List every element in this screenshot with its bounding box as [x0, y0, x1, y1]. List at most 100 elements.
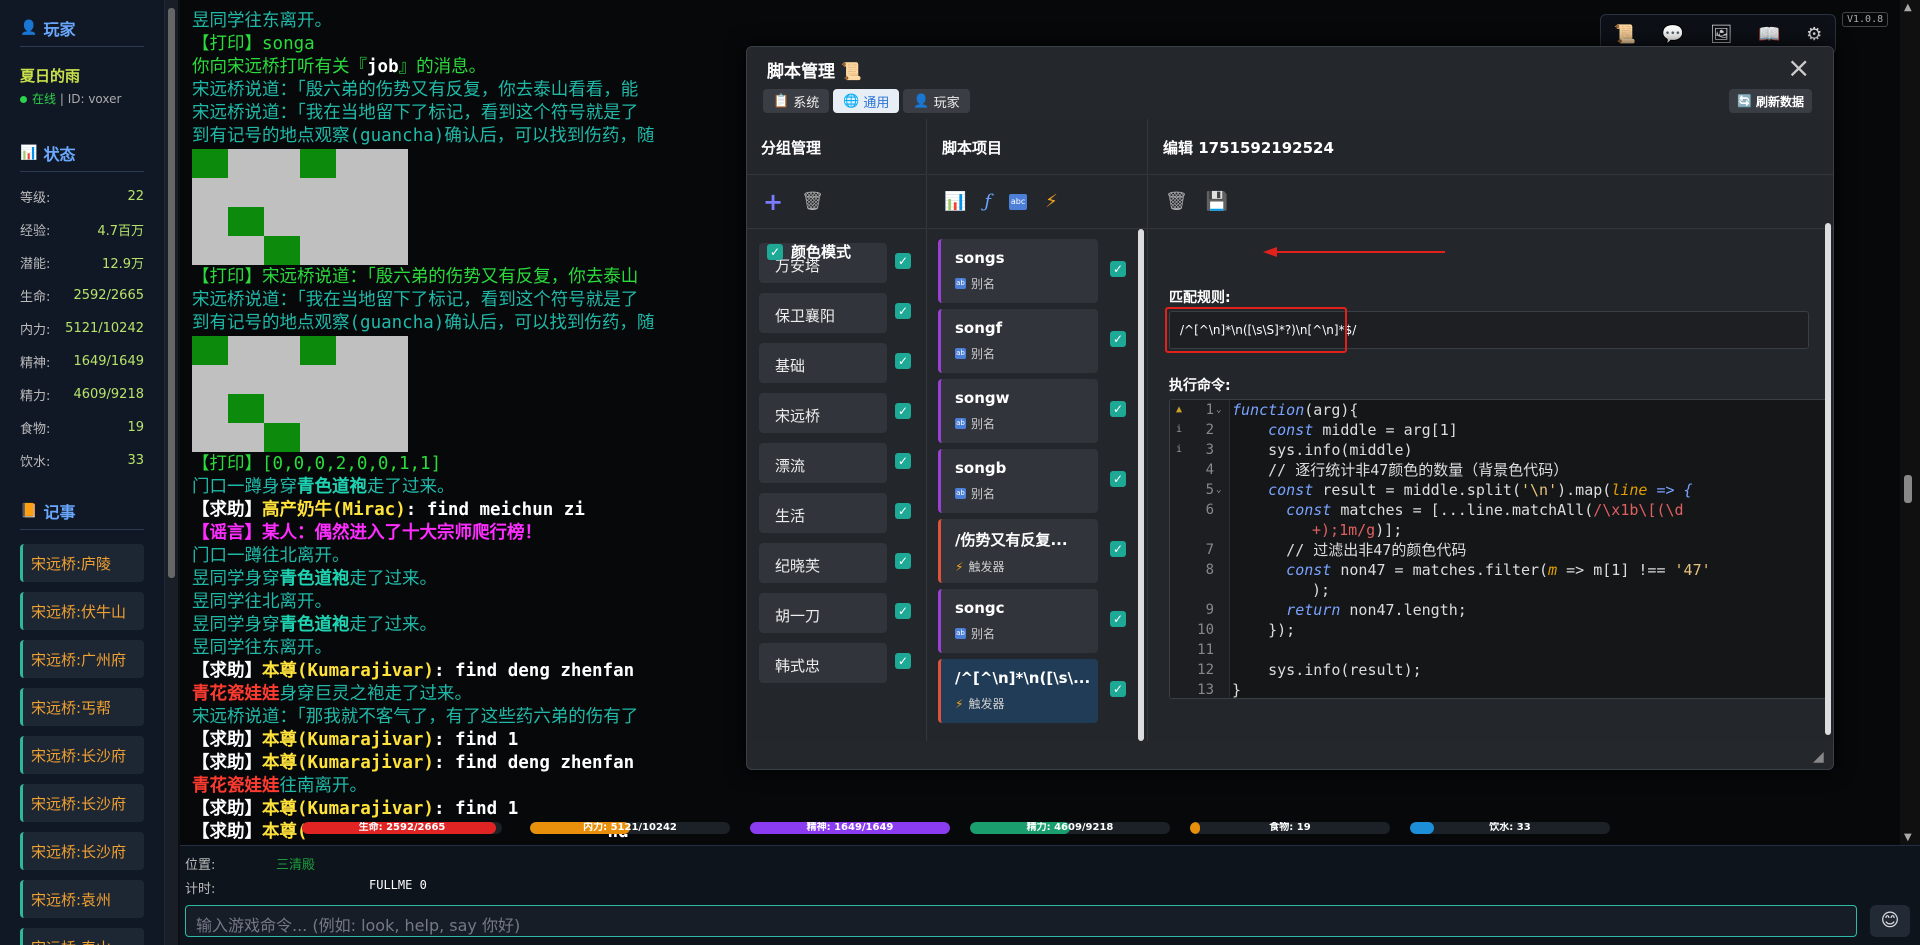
chat-icon[interactable]: 💬	[1662, 24, 1684, 45]
fold-icon[interactable]: ⌄	[1216, 400, 1221, 420]
group-item[interactable]: 宋远桥	[759, 393, 887, 433]
output-scrollbar[interactable]: ▲ ▼	[1900, 0, 1920, 845]
lightning-icon: ⚡	[955, 559, 964, 574]
location-value: 三清殿	[276, 858, 316, 873]
record-item[interactable]: 宋远桥:丐帮	[20, 688, 144, 726]
highlight-box	[1165, 307, 1347, 353]
timer-value: FULLME 0	[369, 878, 427, 892]
color-mode-checkbox[interactable]: ✓	[767, 243, 783, 260]
record-item[interactable]: 宋远桥:广州府	[20, 640, 144, 678]
group-item[interactable]: 漂流	[759, 443, 887, 483]
record-item[interactable]: 宋远桥:长沙府	[20, 832, 144, 870]
script-checkbox[interactable]: ✓	[1110, 401, 1126, 417]
record-item[interactable]: 宋远桥:长沙府	[20, 784, 144, 822]
script-item[interactable]: songw ab 别名	[938, 379, 1098, 443]
group-checkbox[interactable]: ✓	[895, 303, 911, 319]
stat-row: 内力: 5121/10242	[20, 321, 144, 338]
script-checkbox[interactable]: ✓	[1110, 541, 1126, 557]
script-checkbox[interactable]: ✓	[1110, 261, 1126, 277]
tab-system[interactable]: 📋 系统	[763, 89, 830, 113]
script-item[interactable]: songf ab 别名	[938, 309, 1098, 373]
script-checkbox[interactable]: ✓	[1110, 611, 1126, 627]
script-item-selected[interactable]: /^[^\n]*\n([\s\... ⚡ 触发器	[938, 659, 1098, 723]
tab-player[interactable]: 👤 玩家	[903, 89, 970, 113]
command-input[interactable]: 输入游戏命令... (例如: look, help, say 你好)	[185, 905, 1857, 937]
record-item[interactable]: 宋远桥:伏牛山	[20, 592, 144, 630]
record-item[interactable]: 宋远桥:袁州	[20, 880, 144, 918]
sidebar-scrollbar[interactable]	[165, 0, 178, 945]
player-icon: 👤	[913, 93, 930, 109]
scrollbar-thumb[interactable]	[1904, 475, 1912, 503]
save-icon[interactable]: 💾	[1206, 191, 1228, 212]
code-line: 9 return non47.length;	[1205, 601, 1467, 619]
color-mode-toggle[interactable]: ✓ 颜色模式	[767, 241, 851, 262]
resize-handle-icon[interactable]: ◢	[1813, 749, 1831, 767]
code-editor[interactable]: ▲ 1 ⌄ function(arg){ i2 const middle = arg[…	[1169, 399, 1829, 699]
scrollbar-thumb[interactable]	[168, 8, 175, 578]
refresh-button[interactable]: 🔄 刷新数据	[1729, 89, 1812, 113]
group-checkbox[interactable]: ✓	[895, 553, 911, 569]
modal-tabs: 📋 系统 🌐 通用 👤 玩家	[763, 89, 970, 113]
group-panel: 分组管理 + 🗑 万安塔 ✓ 保卫襄阳 ✓ 基础 ✓ 宋远桥 ✓ 漂流 ✓ 生活…	[747, 119, 927, 741]
stat-row: 精神: 1649/1649	[20, 354, 144, 371]
group-item[interactable]: 保卫襄阳	[759, 293, 887, 333]
gear-icon[interactable]: ⚙	[1806, 24, 1822, 45]
close-icon[interactable]: ×	[1787, 51, 1810, 84]
scroll-icon: 📜	[840, 62, 863, 82]
record-item[interactable]: 宋远桥:庐陵	[20, 544, 144, 582]
group-checkbox[interactable]: ✓	[895, 353, 911, 369]
lightning-icon: ⚡	[955, 696, 964, 711]
scroll-icon[interactable]: 📜	[1614, 24, 1636, 45]
sidebar: 👤 玩家 夏日的雨 在线 | ID: voxer 📊 状态 等级: 22 经验: 4.7…	[0, 0, 165, 945]
group-item[interactable]: 基础	[759, 343, 887, 383]
emoji-button[interactable]: 😊	[1870, 905, 1910, 937]
alias-icon: ab	[955, 488, 966, 499]
stat-row: 经验: 4.7百万	[20, 224, 144, 239]
script-checkbox[interactable]: ✓	[1110, 681, 1126, 697]
modal-title: 脚本管理 📜	[767, 62, 863, 82]
code-line: );	[1312, 581, 1331, 599]
group-checkbox[interactable]: ✓	[895, 603, 911, 619]
tab-common[interactable]: 🌐 通用	[833, 89, 900, 113]
group-item[interactable]: 胡一刀	[759, 593, 887, 633]
group-item[interactable]: 生活	[759, 493, 887, 533]
group-checkbox[interactable]: ✓	[895, 253, 911, 269]
notebook-icon: 📙	[20, 503, 38, 519]
scroll-down-icon[interactable]: ▼	[1904, 832, 1912, 843]
output-line: 【求助】本尊(Kumarajivar): find 1	[192, 799, 519, 819]
code-line: i3 sys.info(middle)	[1176, 441, 1413, 459]
script-scrollbar[interactable]	[1138, 229, 1144, 741]
image-icon[interactable]: 🖼	[1710, 24, 1733, 45]
script-item[interactable]: songs ab 别名	[938, 239, 1098, 303]
group-checkbox[interactable]: ✓	[895, 503, 911, 519]
script-item[interactable]: songc ab 别名	[938, 589, 1098, 653]
ansi-block-image	[192, 149, 408, 265]
fold-icon[interactable]: ⌄	[1216, 480, 1221, 500]
trash-icon[interactable]: 🗑	[1165, 191, 1188, 212]
group-item[interactable]: 纪晓芙	[759, 543, 887, 583]
group-checkbox[interactable]: ✓	[895, 403, 911, 419]
trash-icon[interactable]: 🗑	[801, 191, 824, 212]
script-checkbox[interactable]: ✓	[1110, 331, 1126, 347]
editor-scrollbar[interactable]	[1825, 223, 1831, 735]
add-icon[interactable]: +	[763, 188, 783, 216]
spirit-bar: 精神: 1649/1649	[750, 822, 950, 834]
script-item[interactable]: /伤势又有反复... ⚡ 触发器	[938, 519, 1098, 583]
scrollbar-thumb[interactable]	[1138, 229, 1144, 741]
lightning-icon[interactable]: ⚡	[1045, 191, 1058, 212]
code-line: 12 sys.info(result);	[1197, 661, 1422, 679]
book-icon[interactable]: 📖	[1758, 24, 1780, 45]
group-checkbox[interactable]: ✓	[895, 653, 911, 669]
alias-icon[interactable]: abc	[1009, 193, 1028, 210]
status-bars: 生命: 2592/2665 内力: 5121/10242 精神: 1649/16…	[302, 822, 1612, 836]
scroll-up-icon[interactable]: ▲	[1904, 2, 1912, 13]
record-item[interactable]: 宋远桥:泰山	[20, 928, 144, 945]
script-checkbox[interactable]: ✓	[1110, 471, 1126, 487]
code-line: 13}	[1197, 681, 1242, 699]
function-icon[interactable]: ƒ	[984, 191, 991, 212]
chart-icon[interactable]: 📊	[944, 191, 966, 212]
record-item[interactable]: 宋远桥:长沙府	[20, 736, 144, 774]
group-checkbox[interactable]: ✓	[895, 453, 911, 469]
group-item[interactable]: 韩式忠	[759, 643, 887, 683]
script-item[interactable]: songb ab 别名	[938, 449, 1098, 513]
